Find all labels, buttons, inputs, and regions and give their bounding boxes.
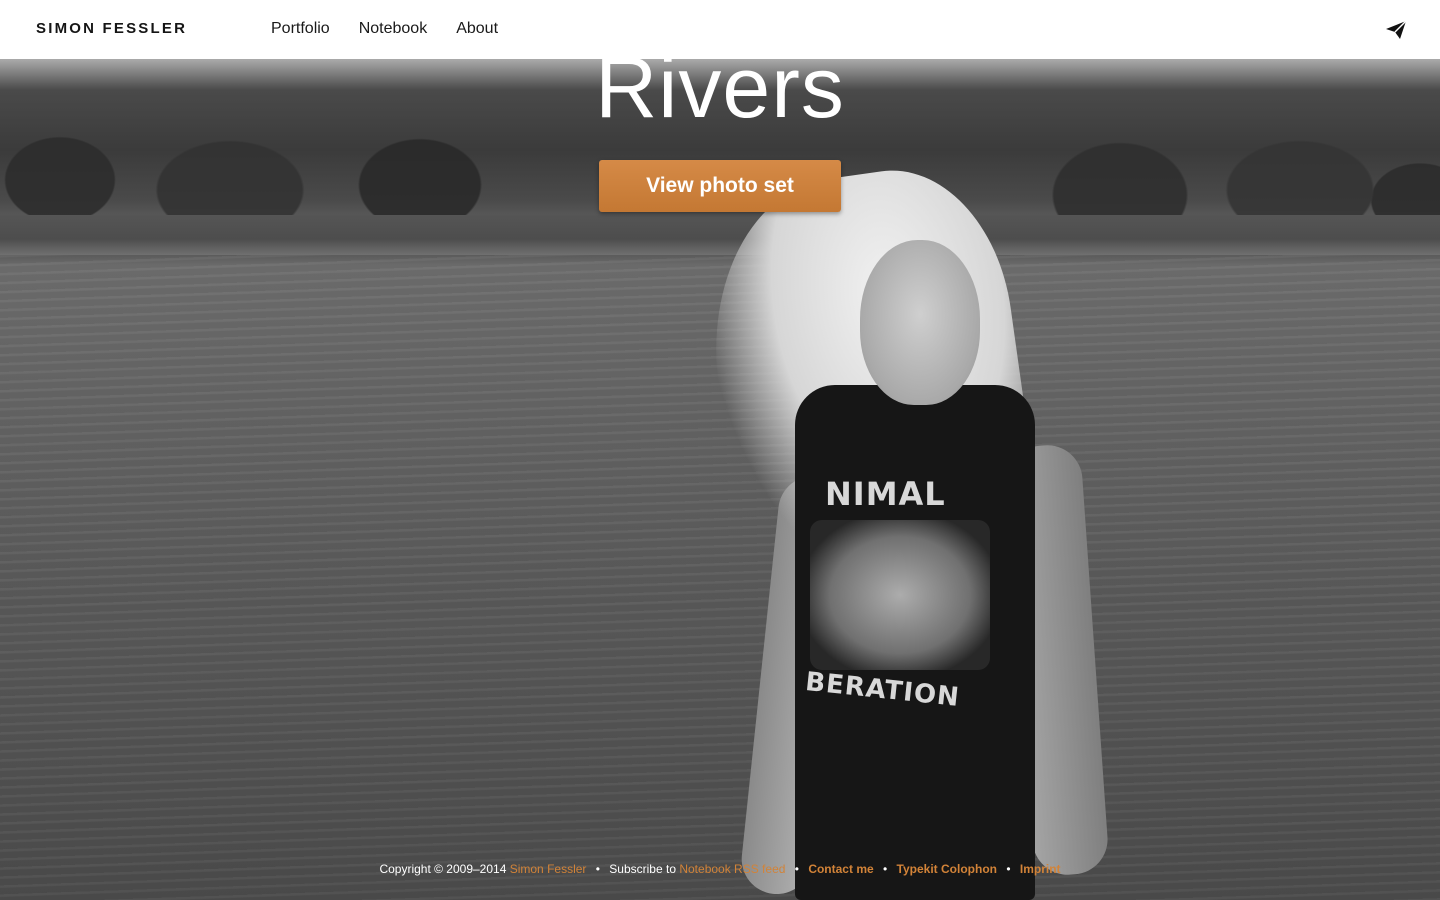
author-link[interactable]: Simon Fessler bbox=[510, 862, 587, 876]
contact-link[interactable]: Contact me bbox=[808, 862, 873, 876]
shirt-wolf-graphic bbox=[810, 520, 990, 670]
separator: • bbox=[595, 862, 600, 876]
rss-feed-link[interactable]: Notebook RSS feed bbox=[679, 862, 785, 876]
nav-portfolio[interactable]: Portfolio bbox=[271, 20, 330, 38]
site-logo[interactable]: SIMON FESSLER bbox=[36, 20, 187, 37]
colophon-link[interactable]: Typekit Colophon bbox=[897, 862, 997, 876]
main-nav: Portfolio Notebook About bbox=[271, 20, 527, 38]
nav-about[interactable]: About bbox=[456, 20, 498, 38]
model-figure: NIMAL BERATION bbox=[692, 156, 1120, 900]
model-face bbox=[860, 240, 980, 405]
nav-notebook[interactable]: Notebook bbox=[359, 20, 428, 38]
shirt-text-top: NIMAL bbox=[825, 475, 946, 513]
view-photo-set-button[interactable]: View photo set bbox=[599, 160, 841, 212]
separator: • bbox=[883, 862, 888, 876]
site-header: SIMON FESSLER Portfolio Notebook About bbox=[0, 0, 1440, 59]
separator: • bbox=[794, 862, 799, 876]
imprint-link[interactable]: Imprint bbox=[1020, 862, 1061, 876]
copyright-text: Copyright © 2009–2014 bbox=[379, 862, 507, 876]
separator: • bbox=[1006, 862, 1011, 876]
site-footer: Copyright © 2009–2014 Simon Fessler • Su… bbox=[0, 862, 1440, 876]
paper-plane-icon[interactable] bbox=[1385, 20, 1407, 40]
subscribe-text: Subscribe to bbox=[609, 862, 676, 876]
